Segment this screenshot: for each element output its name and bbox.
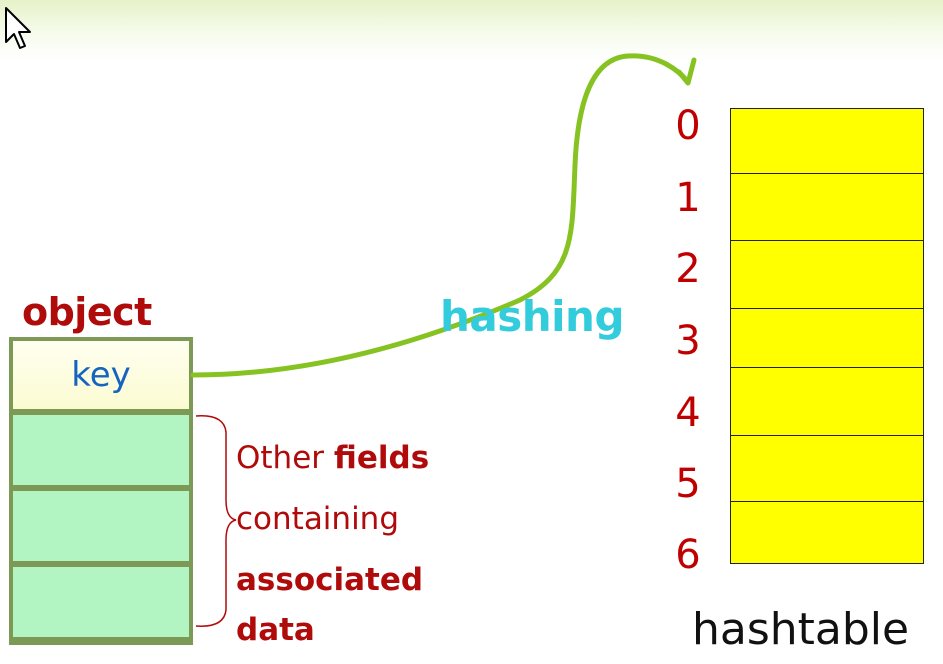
hashtable-index: 3	[675, 318, 701, 364]
hashtable-slot-2	[730, 240, 924, 309]
hashing-arrowhead	[676, 57, 697, 86]
hashtable-index: 6	[675, 532, 701, 578]
hashtable-slot-0	[730, 108, 924, 174]
hashing-label: hashing	[440, 292, 625, 341]
hashtable-slot-5	[730, 435, 924, 502]
fields-brace	[195, 415, 237, 627]
hashtable-slot-6	[730, 501, 924, 564]
hashtable-index: 5	[675, 461, 701, 507]
hashtable	[730, 108, 925, 564]
hashtable-index: 4	[675, 390, 701, 436]
hashtable-index: 0	[675, 103, 701, 149]
hashtable-index: 2	[675, 246, 701, 292]
hashtable-slot-1	[730, 173, 924, 241]
hashtable-index: 1	[675, 175, 701, 221]
hashtable-slot-4	[730, 367, 924, 436]
hashtable-slot-3	[730, 308, 924, 368]
hashtable-label: hashtable	[692, 604, 910, 655]
